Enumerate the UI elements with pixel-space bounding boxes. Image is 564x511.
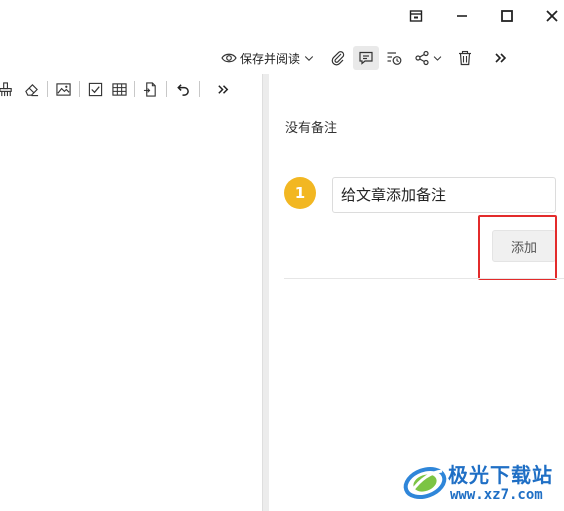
checkbox-icon	[88, 82, 102, 96]
minimize-icon	[457, 15, 467, 17]
attachment-button[interactable]	[327, 48, 349, 68]
toolbar-separator	[79, 81, 80, 97]
more-icon	[495, 53, 507, 63]
save-and-read-button[interactable]: 保存并阅读	[221, 47, 318, 69]
toolbar-separator	[134, 81, 135, 97]
share-button[interactable]	[410, 48, 446, 68]
watermark-logo-icon	[403, 466, 447, 500]
maximize-button[interactable]	[497, 6, 517, 26]
file-icon	[143, 81, 156, 97]
chevron-down-icon	[433, 56, 441, 61]
insert-image-button[interactable]	[53, 79, 73, 99]
empty-notes-text: 没有备注	[285, 121, 338, 136]
more-editor-tools-button[interactable]	[213, 79, 233, 99]
highlight-box	[478, 215, 557, 280]
panel-divider[interactable]	[262, 74, 269, 511]
eraser-icon	[24, 83, 38, 96]
eraser-button[interactable]	[21, 79, 41, 99]
chevron-down-icon	[304, 56, 314, 61]
close-button[interactable]	[542, 6, 562, 26]
image-icon	[55, 82, 71, 96]
toolbar-separator	[166, 81, 167, 97]
site-watermark: 极光下载站 www.xz7.com	[400, 455, 564, 511]
comment-icon	[359, 51, 373, 65]
table-icon	[111, 82, 127, 96]
comment-button[interactable]	[353, 46, 379, 70]
window-layout-button[interactable]	[406, 6, 426, 26]
history-button[interactable]	[383, 48, 405, 68]
table-button[interactable]	[109, 79, 129, 99]
minimize-button[interactable]	[452, 6, 472, 26]
checkbox-button[interactable]	[85, 79, 105, 99]
note-input[interactable]	[332, 177, 556, 213]
watermark-url: www.xz7.com	[450, 487, 543, 503]
toolbar-separator	[47, 81, 48, 97]
eye-icon	[221, 53, 237, 63]
undo-button[interactable]	[172, 79, 192, 99]
trash-icon	[459, 50, 471, 66]
delete-button[interactable]	[454, 48, 476, 68]
notes-separator	[284, 278, 564, 279]
share-icon	[414, 50, 429, 66]
window-layout-icon	[409, 10, 423, 22]
insert-file-button[interactable]	[140, 79, 160, 99]
format-painter-icon	[0, 81, 12, 96]
maximize-icon	[501, 10, 513, 22]
format-painter-button[interactable]	[0, 79, 16, 99]
save-and-read-label: 保存并阅读	[240, 51, 301, 66]
toolbar-separator	[199, 81, 200, 97]
attachment-icon	[331, 51, 345, 66]
close-icon	[546, 10, 558, 22]
watermark-title: 极光下载站	[448, 463, 553, 487]
more-icon	[217, 84, 228, 94]
history-icon	[387, 52, 402, 65]
undo-icon	[176, 83, 189, 96]
note-number-badge: 1	[284, 177, 316, 209]
more-tools-button[interactable]	[490, 48, 512, 68]
